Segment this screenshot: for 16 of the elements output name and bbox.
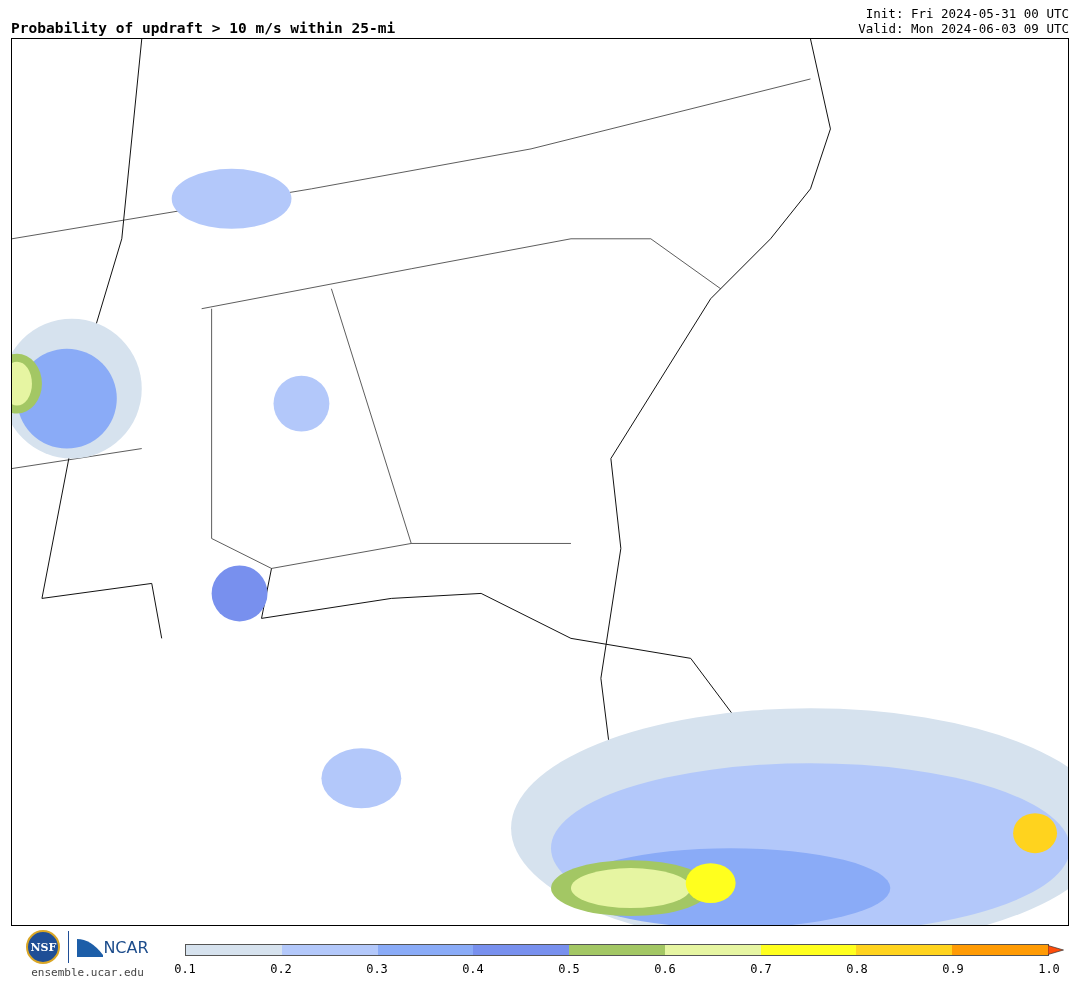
colorbar-tick-label: 0.4 [462, 962, 484, 977]
colorbar-tick-label: 0.9 [942, 962, 964, 977]
colorbar-tick-label: 0.5 [558, 962, 580, 977]
ncar-logo: NCAR [77, 937, 149, 958]
colorbar-tick-label: 0.7 [750, 962, 772, 977]
valid-time: Valid: Mon 2024-06-03 09 UTC [858, 21, 1069, 36]
colorbar-tick-label: 0.1 [174, 962, 196, 977]
colorbar-tick-label: 0.3 [366, 962, 388, 977]
plot-title: Probability of updraft > 10 m/s within 25-mi [11, 20, 396, 36]
nsf-logo: NSF [26, 930, 61, 965]
colorbar-tick-label: 0.2 [270, 962, 292, 977]
colorbar-tick-label: 0.6 [654, 962, 676, 977]
colorbar-tick-label: 0.8 [846, 962, 868, 977]
site-url: ensemble.ucar.edu [31, 966, 144, 980]
colorbar-tick-label: 1.0 [1038, 962, 1060, 977]
init-time: Init: Fri 2024-05-31 00 UTC [865, 6, 1069, 21]
